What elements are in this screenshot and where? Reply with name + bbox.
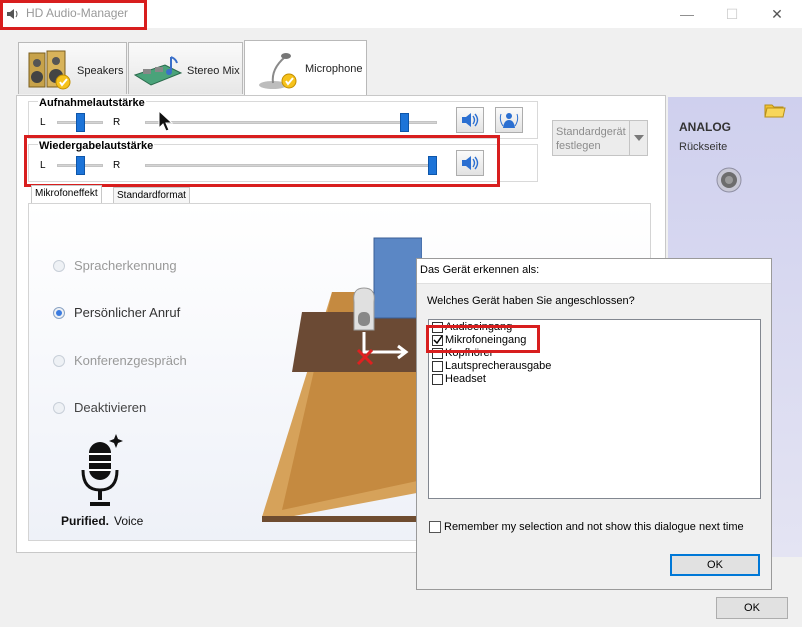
set-default-device-line2: festlegen xyxy=(556,140,601,152)
dialog-question: Welches Gerät haben Sie angeschlossen? xyxy=(427,295,635,307)
dropdown-divider xyxy=(629,121,630,155)
tab-stereo-mix[interactable]: Stereo Mix xyxy=(128,42,243,94)
recording-monitor-button[interactable] xyxy=(495,107,523,133)
main-ok-button[interactable]: OK xyxy=(716,597,788,619)
brand-logo-part1: Purified. xyxy=(61,514,110,528)
option-speaker-output-label: Lautsprecherausgabe xyxy=(445,360,552,372)
analog-subtitle: Rückseite xyxy=(679,141,728,153)
device-detection-dialog: Das Gerät erkennen als: Welches Gerät ha… xyxy=(416,258,772,590)
analog-title: ANALOG xyxy=(679,120,731,134)
highlight-mic-input xyxy=(426,325,540,353)
recording-volume-slider[interactable] xyxy=(399,113,409,132)
mouse-cursor-icon xyxy=(158,109,174,135)
dialog-ok-button[interactable]: OK xyxy=(670,554,760,576)
microphone-person-icon xyxy=(499,110,519,133)
radio-personal-call[interactable] xyxy=(53,307,65,319)
radio-personal-call-label: Persönlicher Anruf xyxy=(74,305,181,320)
highlight-playback-volume xyxy=(24,135,500,187)
recording-balance-slider[interactable] xyxy=(75,113,85,132)
tab-microphone[interactable]: Microphone xyxy=(244,40,367,96)
radio-deactivate-label: Deaktivieren xyxy=(74,400,147,415)
dialog-title: Das Gerät erkennen als: xyxy=(420,264,540,276)
recording-volume-track xyxy=(145,121,437,124)
checkbox-remember-selection[interactable] xyxy=(429,521,441,533)
chevron-down-icon[interactable] xyxy=(634,133,644,145)
remember-selection-label: Remember my selection and not show this … xyxy=(444,521,744,533)
set-default-device-button[interactable]: Standardgerät festlegen xyxy=(552,120,648,156)
minimize-button[interactable]: — xyxy=(672,4,702,24)
stereo-mix-icon xyxy=(133,53,185,90)
audio-jack-icon[interactable] xyxy=(716,167,742,196)
set-default-device-line1: Standardgerät xyxy=(556,126,626,138)
checkbox-headset[interactable] xyxy=(432,374,443,385)
desk-computer-illustration xyxy=(262,232,445,527)
speaker-volume-icon xyxy=(460,111,480,132)
radio-deactivate[interactable] xyxy=(53,402,65,414)
checkbox-speaker-output[interactable] xyxy=(432,361,443,372)
folder-icon[interactable] xyxy=(764,99,786,122)
maximize-button[interactable]: ☐ xyxy=(717,4,747,24)
radio-speech-recognition[interactable] xyxy=(53,260,65,272)
dialog-title-bar: Das Gerät erkennen als: xyxy=(417,259,771,284)
option-headset-label: Headset xyxy=(445,373,486,385)
brand-logo-part2: Voice xyxy=(114,514,144,528)
tab-speakers[interactable]: Speakers xyxy=(18,42,127,94)
radio-speech-recognition-label: Spracherkennung xyxy=(74,258,177,273)
tab-speakers-label: Speakers xyxy=(77,65,124,77)
purified-voice-mic-icon xyxy=(79,432,129,513)
recording-volume-title: Aufnahmelautstärke xyxy=(38,97,146,109)
highlight-title xyxy=(0,0,147,30)
microphone-icon xyxy=(255,47,299,94)
close-button[interactable]: ✕ xyxy=(762,4,792,24)
radio-dot xyxy=(56,310,62,316)
radio-conference-call-label: Konferenzgespräch xyxy=(74,353,187,368)
subtab-default-format[interactable]: Standardformat xyxy=(113,187,190,203)
balance-left-label: L xyxy=(40,117,46,128)
tab-microphone-label: Microphone xyxy=(305,63,363,75)
tab-stereo-mix-label: Stereo Mix xyxy=(187,65,240,77)
recording-mute-button[interactable] xyxy=(456,107,484,133)
balance-right-label: R xyxy=(113,117,121,128)
radio-conference-call[interactable] xyxy=(53,355,65,367)
subtab-mic-effect[interactable]: Mikrofoneffekt xyxy=(31,185,102,203)
speakers-icon xyxy=(27,49,73,94)
recording-volume-group: Aufnahmelautstärke L R xyxy=(28,97,538,139)
